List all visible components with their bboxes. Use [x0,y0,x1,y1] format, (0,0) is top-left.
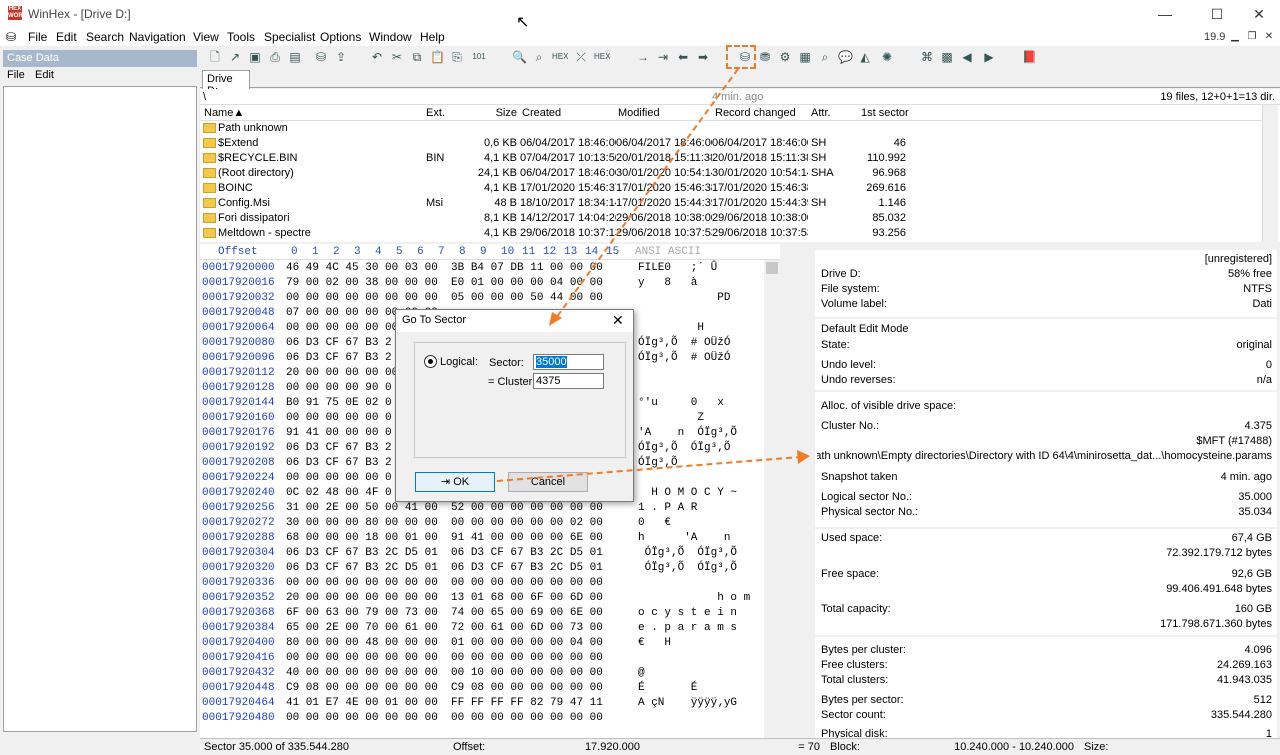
arrow-head-path [797,450,810,464]
annotation-arrows [496,68,810,482]
arrow-toolbar-to-dialog [555,68,739,319]
arrow-ok-to-path [496,456,801,482]
